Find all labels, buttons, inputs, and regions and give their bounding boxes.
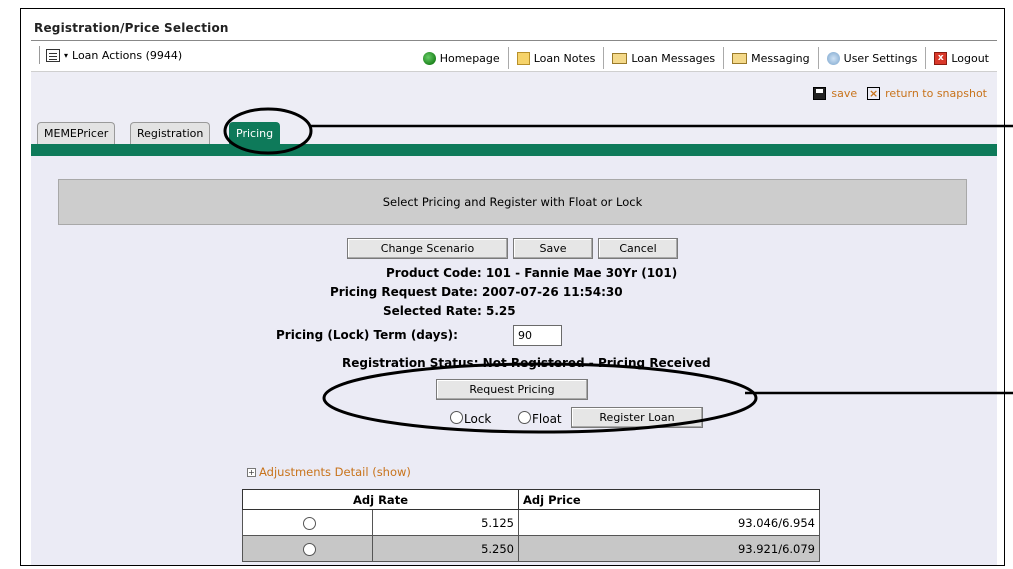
close-icon: × xyxy=(867,87,881,100)
tab-registration[interactable]: Registration xyxy=(130,122,211,144)
message-icon xyxy=(612,52,628,64)
notes-icon xyxy=(516,51,530,65)
save-button[interactable]: Save xyxy=(513,238,593,259)
product-code: Product Code: 101 - Fannie Mae 30Yr (101… xyxy=(386,266,678,280)
loan-notes-link[interactable]: Loan Notes xyxy=(509,47,605,69)
adj-price-header: Adj Price xyxy=(518,489,820,510)
message-icon xyxy=(732,52,748,64)
cancel-button[interactable]: Cancel xyxy=(598,238,678,259)
tab-memepricer[interactable]: MEMEPricer xyxy=(37,122,116,144)
messaging-link[interactable]: Messaging xyxy=(724,47,819,69)
float-radio[interactable] xyxy=(518,411,531,424)
row-select-cell xyxy=(242,509,373,536)
lock-term-input[interactable] xyxy=(513,325,562,346)
loan-actions-label: Loan Actions (9944) xyxy=(72,48,183,62)
rate-select-radio[interactable] xyxy=(303,516,316,530)
loan-messages-label: Loan Messages xyxy=(631,51,716,65)
user-settings-label: User Settings xyxy=(843,51,918,65)
loan-messages-link[interactable]: Loan Messages xyxy=(604,47,725,69)
homepage-link[interactable]: Homepage xyxy=(415,47,509,69)
messaging-label: Messaging xyxy=(751,51,810,65)
adj-price-cell: 93.046/6.954 xyxy=(518,509,820,536)
table-row: 5.125 93.046/6.954 xyxy=(242,509,820,536)
return-label: return to snapshot xyxy=(885,87,987,100)
adjustments-table: Adj Rate Adj Price 5.125 93.046/6.954 5.… xyxy=(242,489,820,562)
tab-pricing[interactable]: Pricing xyxy=(229,122,281,144)
logout-icon: x xyxy=(934,51,948,65)
homepage-label: Homepage xyxy=(439,51,500,65)
action-bar: save × return to snapshot xyxy=(31,72,997,122)
adjustments-detail-label: Adjustments Detail (show) xyxy=(259,465,411,479)
floppy-disk-icon xyxy=(813,87,827,100)
home-icon xyxy=(422,51,436,65)
loan-notes-label: Loan Notes xyxy=(533,51,596,65)
adj-price-cell: 93.921/6.079 xyxy=(518,535,820,562)
adjustments-detail-toggle[interactable]: + Adjustments Detail (show) xyxy=(247,465,411,479)
window-title: Registration/Price Selection xyxy=(34,21,229,35)
registration-status: Registration Status: Not Registered - Pr… xyxy=(342,356,711,370)
adj-rate-cell: 5.125 xyxy=(372,509,519,536)
adj-rate-cell: 5.250 xyxy=(372,535,519,562)
selected-rate: Selected Rate: 5.25 xyxy=(383,304,516,318)
toolbar: ▾ Loan Actions (9944) Homepage Loan Note… xyxy=(31,40,997,72)
logout-link[interactable]: x Logout xyxy=(926,47,997,69)
adj-rate-header: Adj Rate xyxy=(242,489,519,510)
rate-select-radio[interactable] xyxy=(303,542,316,556)
tab-bar: MEMEPricer Registration Pricing xyxy=(31,122,997,144)
user-settings-link[interactable]: User Settings xyxy=(819,47,927,69)
logout-label: Logout xyxy=(951,51,989,65)
request-pricing-button[interactable]: Request Pricing xyxy=(436,379,588,400)
save-label: save xyxy=(831,87,858,100)
lock-label: Lock xyxy=(464,412,492,426)
dropdown-arrow-icon: ▾ xyxy=(64,50,69,60)
tab-underline xyxy=(31,144,997,156)
pricing-request-date: Pricing Request Date: 2007-07-26 11:54:3… xyxy=(330,285,623,299)
return-to-snapshot-link[interactable]: × return to snapshot xyxy=(867,87,987,100)
row-select-cell xyxy=(242,535,373,562)
user-settings-icon xyxy=(826,51,840,65)
register-loan-button[interactable]: Register Loan xyxy=(571,407,703,428)
list-icon xyxy=(46,48,60,62)
pricing-panel: Select Pricing and Register with Float o… xyxy=(31,156,997,565)
instruction-banner: Select Pricing and Register with Float o… xyxy=(58,179,967,225)
change-scenario-button[interactable]: Change Scenario xyxy=(347,238,508,259)
lock-radio[interactable] xyxy=(450,411,463,424)
float-label: Float xyxy=(532,412,562,426)
save-link[interactable]: save xyxy=(813,87,857,100)
loan-actions-menu[interactable]: ▾ Loan Actions (9944) xyxy=(39,46,182,64)
term-label: Pricing (Lock) Term (days): xyxy=(276,328,458,342)
app-window: Registration/Price Selection ▾ Loan Acti… xyxy=(20,8,1005,566)
expand-icon: + xyxy=(247,467,256,477)
table-row: 5.250 93.921/6.079 xyxy=(242,535,820,562)
